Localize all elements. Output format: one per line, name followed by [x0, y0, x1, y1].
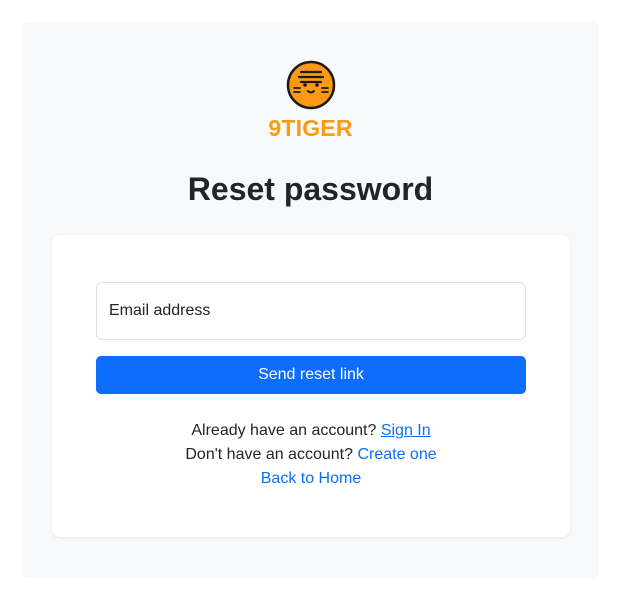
tiger-face-icon	[286, 60, 335, 110]
brand-logo[interactable]: 9TIGER	[22, 60, 599, 141]
signin-row: Already have an account? Sign In	[52, 419, 570, 443]
signup-prompt: Don't have an account?	[185, 446, 353, 463]
create-account-link[interactable]: Create one	[357, 446, 436, 463]
signin-link[interactable]: Sign In	[381, 422, 431, 439]
page-container: 9TIGER Reset password Send reset link Al…	[22, 22, 599, 578]
signin-prompt: Already have an account?	[191, 422, 377, 439]
signup-row: Don't have an account? Create one	[52, 443, 570, 467]
home-row: Back to Home	[52, 467, 570, 491]
brand-name: 9TIGER	[268, 115, 353, 141]
back-to-home-link[interactable]: Back to Home	[261, 470, 361, 487]
reset-form-card: Send reset link Already have an account?…	[52, 235, 570, 537]
page-title: Reset password	[187, 171, 434, 207]
email-input[interactable]	[96, 282, 526, 340]
auth-links: Already have an account? Sign In Don't h…	[52, 419, 570, 491]
send-reset-link-button[interactable]: Send reset link	[96, 356, 526, 394]
